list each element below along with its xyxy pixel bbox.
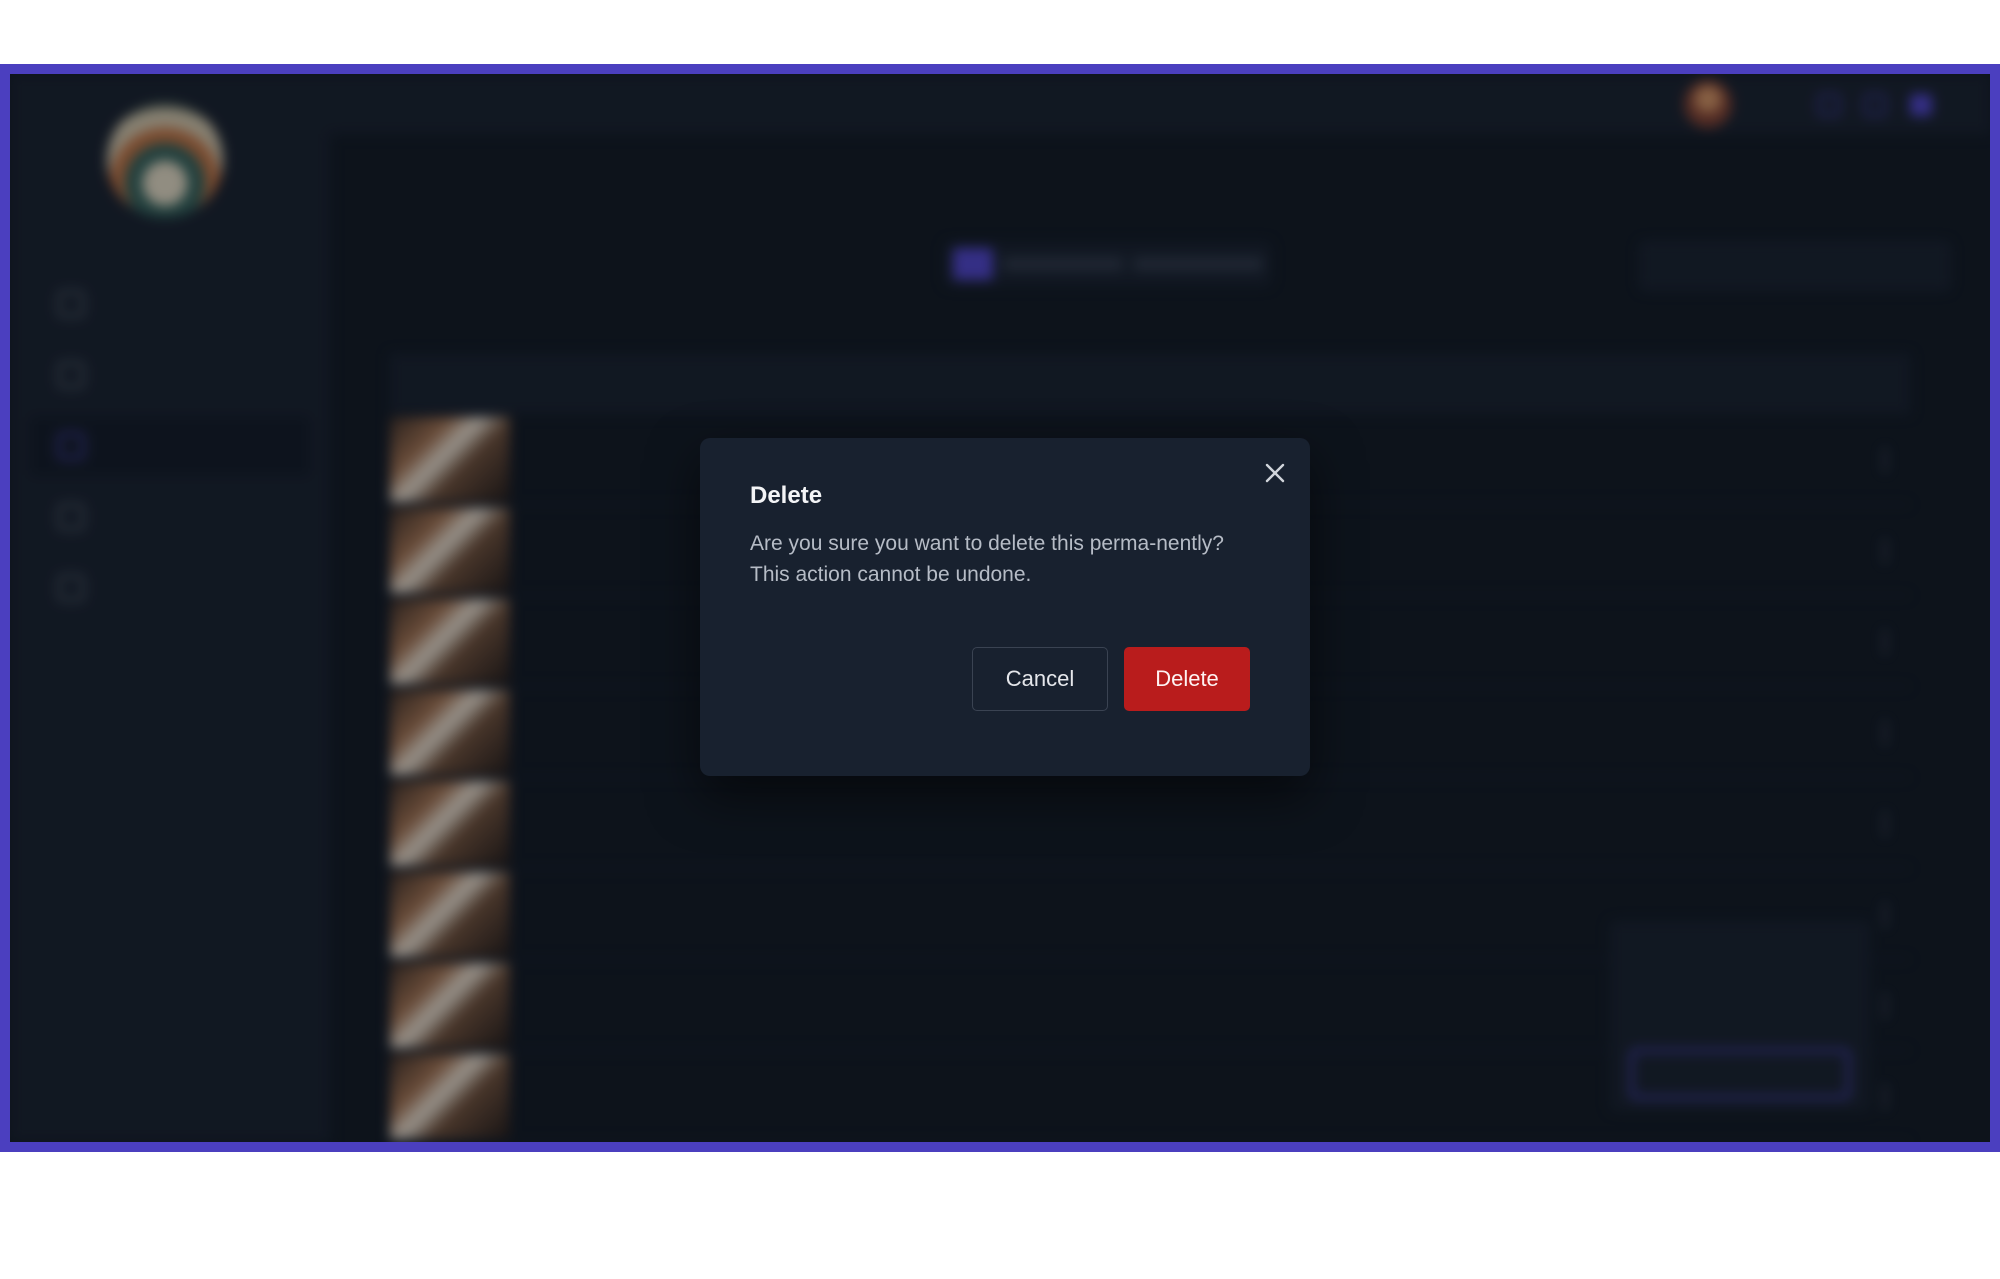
delete-confirm-modal: Delete Are you sure you want to delete t… bbox=[700, 438, 1310, 776]
close-button[interactable] bbox=[1258, 456, 1292, 490]
modal-message: Are you sure you want to delete this per… bbox=[750, 532, 1224, 586]
app-frame: ⋮ ⋮ ⋮ ⋮ ⋮ ⋮ ⋮ ⋮ Delete Are you sure you … bbox=[0, 64, 2000, 1152]
delete-button[interactable]: Delete bbox=[1124, 647, 1250, 711]
app-window: ⋮ ⋮ ⋮ ⋮ ⋮ ⋮ ⋮ ⋮ Delete Are you sure you … bbox=[10, 74, 1990, 1142]
modal-title: Delete bbox=[750, 482, 823, 509]
close-icon bbox=[1265, 463, 1285, 483]
cancel-button[interactable]: Cancel bbox=[972, 647, 1108, 711]
